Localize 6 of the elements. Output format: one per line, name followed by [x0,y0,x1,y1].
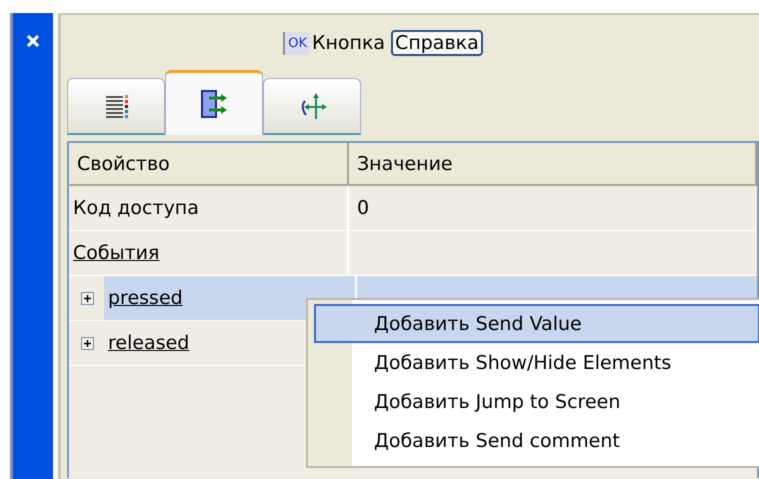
element-title: Кнопка [312,32,386,54]
column-header: Значение [349,143,757,184]
ok-button-icon: OK [283,32,310,54]
property-name: Код доступа [69,186,349,230]
column-header: Свойство [69,143,349,184]
property-value: 0 [356,196,370,221]
